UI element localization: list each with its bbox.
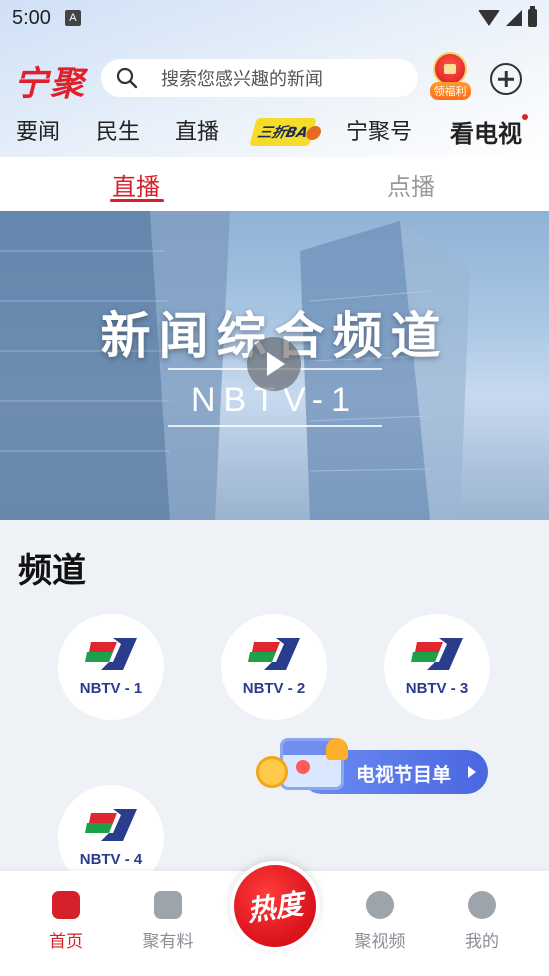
bottom-nav: 首页 聚有料 热度 聚视频 我的 [0, 861, 549, 976]
tab-live[interactable]: 直播 [112, 167, 160, 202]
nbtv-logo-icon [85, 808, 137, 841]
nav-tabs: 要闻 民生 直播 三折BA 宁聚号 看电视 [0, 114, 549, 150]
nav-tab-zhibo[interactable]: 直播 [175, 114, 219, 146]
app-logo: 宁聚 [14, 64, 86, 104]
nbtv-logo-icon [411, 637, 463, 670]
nav-tab-yaowen[interactable]: 要闻 [16, 114, 60, 146]
channel-label: NBTV - 2 [242, 679, 306, 697]
play-button[interactable] [247, 337, 301, 391]
bottom-nav-jushipin[interactable]: 聚视频 [340, 891, 420, 952]
search-input[interactable]: 搜索您感兴趣的新闻 [101, 59, 418, 97]
tab-on-demand[interactable]: 点播 [387, 167, 435, 202]
channel-label: NBTV - 3 [405, 679, 469, 697]
channel-nbtv-1[interactable]: NBTV - 1 [58, 614, 164, 720]
top-bar: 宁聚 搜索您感兴趣的新闻 领福利 [0, 52, 549, 104]
status-time: 5:00 [12, 6, 51, 29]
bottom-nav-profile[interactable]: 我的 [442, 891, 522, 952]
bell-icon [326, 738, 348, 760]
nav-tab-minsheng[interactable]: 民生 [96, 114, 140, 146]
channel-nbtv-3[interactable]: NBTV - 3 [384, 614, 490, 720]
channel-label: NBTV - 4 [79, 850, 143, 868]
chevron-right-icon [468, 766, 476, 778]
nav-tab-ningjuhao[interactable]: 宁聚号 [346, 114, 412, 146]
bottom-nav-juyouliao[interactable]: 聚有料 [128, 891, 208, 952]
video-bubble-icon [366, 891, 394, 919]
red-dot-badge [522, 114, 528, 120]
bolt-box-icon [154, 891, 182, 919]
sanzheba-label: 三折BA [255, 125, 310, 141]
channel-nbtv-2[interactable]: NBTV - 2 [221, 614, 327, 720]
nav-tab-sanzheba-logo[interactable]: 三折BA [249, 118, 323, 146]
sub-tabs: 直播 点播 [0, 157, 549, 211]
status-icons [478, 6, 537, 27]
notification-a-icon: A [64, 10, 81, 26]
nav-tab-kandianshi[interactable]: 看电视 [450, 114, 528, 149]
red-envelope-icon [433, 52, 467, 86]
signal-icon [506, 10, 522, 26]
home-icon [52, 891, 80, 919]
banner-divider-bottom [168, 425, 382, 427]
hot-label: 热度 [245, 887, 306, 928]
reward-button[interactable]: 领福利 [427, 52, 473, 100]
live-banner[interactable]: 新闻综合频道 NBTV-1 [0, 211, 549, 520]
add-button[interactable] [490, 63, 522, 95]
channel-label: NBTV - 1 [79, 679, 143, 697]
wifi-icon [478, 10, 500, 26]
search-placeholder: 搜索您感兴趣的新闻 [161, 69, 323, 90]
profile-icon [468, 891, 496, 919]
nav-tab-kandianshi-label: 看电视 [450, 120, 522, 148]
tv-guide-label: 电视节目单 [356, 764, 452, 786]
tv-guide-button[interactable]: 电视节目单 [256, 734, 490, 796]
play-icon [267, 352, 285, 376]
bottom-nav-home[interactable]: 首页 [26, 891, 106, 952]
reward-label: 领福利 [429, 82, 471, 100]
nbtv-logo-icon [85, 637, 137, 670]
bottom-nav-label: 我的 [465, 932, 499, 952]
channels-heading: 频道 [18, 551, 86, 591]
bottom-nav-label: 首页 [49, 932, 83, 952]
battery-icon [528, 6, 537, 27]
check-badge-icon [296, 760, 310, 774]
search-icon [116, 67, 138, 89]
active-tab-indicator [110, 199, 164, 202]
bottom-nav-label: 聚视频 [354, 932, 406, 952]
nbtv-logo-icon [248, 637, 300, 670]
hot-button[interactable]: 热度 [230, 861, 320, 951]
status-bar: 5:00 A [0, 0, 549, 36]
clock-icon [256, 756, 288, 788]
bottom-nav-label: 聚有料 [142, 932, 194, 952]
